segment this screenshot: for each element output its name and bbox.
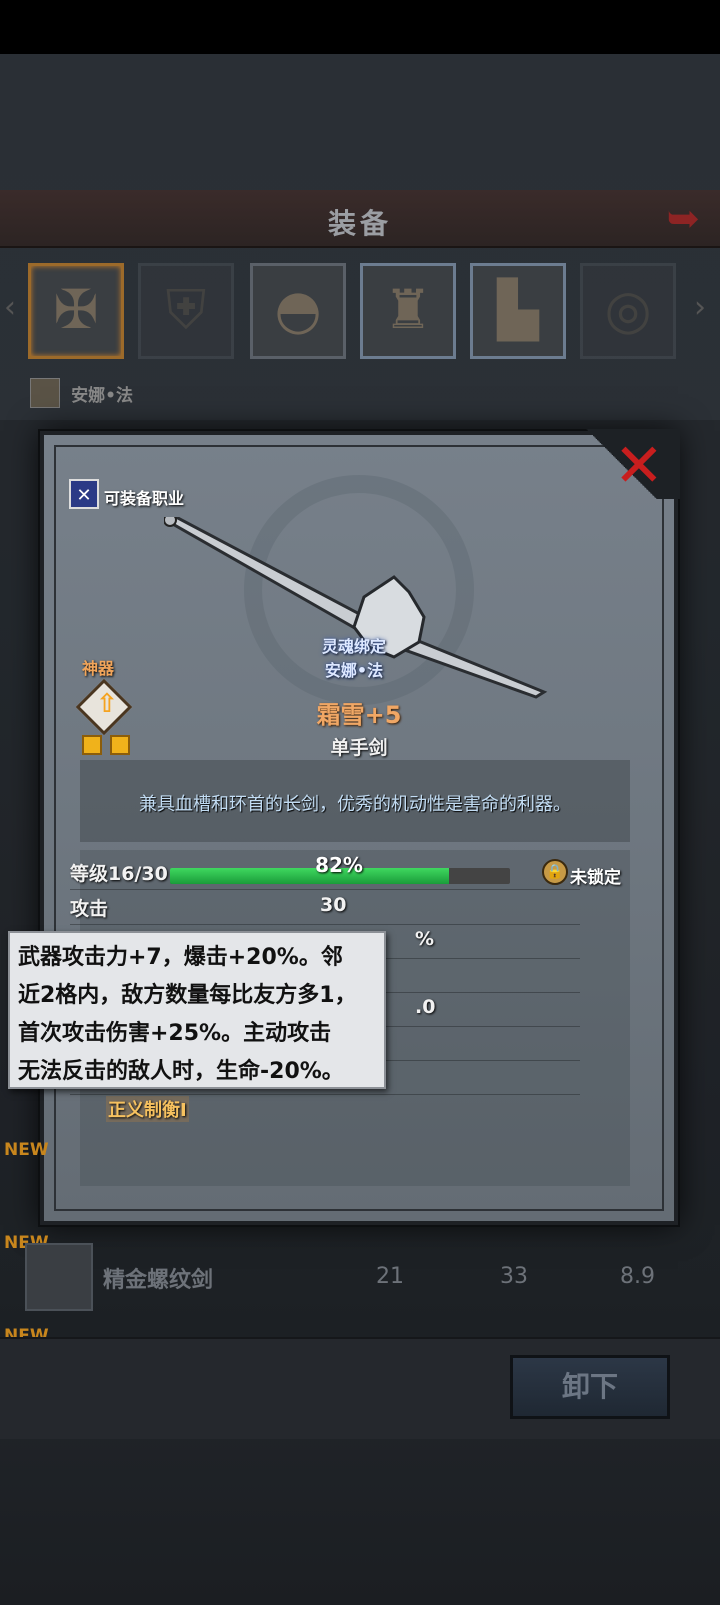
stat-value: 30 bbox=[320, 894, 347, 916]
tooltip-line: 武器攻击力+7，爆击+20%。邻 bbox=[18, 945, 343, 970]
ring-icon: ◎ bbox=[604, 278, 652, 341]
unequip-button[interactable]: 卸下 bbox=[510, 1355, 670, 1419]
status-bar bbox=[0, 0, 720, 54]
hood-icon: ◓ bbox=[274, 278, 322, 341]
skill-tooltip: 武器攻击力+7，爆击+20%。邻 近2格内，敌方数量每比友方多1， 首次攻击伤害… bbox=[8, 931, 386, 1089]
sword-icon: ✠ bbox=[53, 278, 99, 341]
equip-slot-shield[interactable]: ⛨ bbox=[138, 263, 234, 359]
relic-label: 神器 bbox=[82, 659, 115, 678]
level-label: 等级16/30 bbox=[70, 863, 168, 885]
soulbound-label: 灵魂绑定 bbox=[321, 637, 386, 656]
page-title: 装备 bbox=[327, 207, 392, 240]
new-badge: NEW bbox=[4, 1140, 49, 1160]
soulbound-text: 灵魂绑定 安娜•法 bbox=[294, 635, 414, 683]
lock-icon[interactable]: 🔒 bbox=[542, 859, 568, 885]
item-name[interactable]: 精金螺纹剑 bbox=[103, 1262, 213, 1294]
item-stat: 21 bbox=[376, 1264, 404, 1289]
equip-slot-armor[interactable]: ♜ bbox=[360, 263, 456, 359]
shield-icon: ⛨ bbox=[165, 278, 207, 341]
item-description: 兼具血槽和环首的长剑，优秀的机动性是害命的利器。 bbox=[139, 794, 571, 815]
close-x-icon[interactable]: ✕ bbox=[614, 431, 664, 501]
character-indicator: 安娜•法 bbox=[30, 378, 133, 408]
class-icon[interactable]: ✕ bbox=[69, 479, 99, 509]
equip-slot-boots[interactable]: ▙ bbox=[470, 263, 566, 359]
prev-slot-chevron-icon[interactable]: ‹ bbox=[4, 290, 16, 325]
avatar bbox=[30, 378, 60, 408]
equip-slot-weapon[interactable]: ✠ bbox=[28, 263, 124, 359]
tooltip-text: 武器攻击力+7，爆击+20%。邻 近2格内，敌方数量每比友方多1， 首次攻击伤害… bbox=[18, 939, 374, 1091]
equip-slot-ring[interactable]: ◎ bbox=[580, 263, 676, 359]
stat-row-attack: 攻击 30 bbox=[70, 890, 580, 925]
class-label: 可装备职业 bbox=[104, 489, 185, 508]
tooltip-line: 无法反击的敌人时，生命-20%。 bbox=[18, 1059, 344, 1084]
boots-icon: ▙ bbox=[497, 278, 539, 341]
description-panel: 兼具血槽和环首的长剑，优秀的机动性是害命的利器。 bbox=[80, 760, 630, 842]
skill-name[interactable]: 正义制衡I bbox=[106, 1096, 189, 1122]
tooltip-line: 近2格内，敌方数量每比友方多1， bbox=[18, 983, 357, 1008]
item-stat: 33 bbox=[500, 1264, 528, 1289]
tooltip-line: 首次攻击伤害+25%。主动攻击 bbox=[18, 1021, 332, 1046]
lock-status: 未锁定 bbox=[570, 868, 621, 888]
item-detail-modal: ✕ ✕ 可装备职业 灵魂绑定 安娜•法 神器 ⇧ 霜雪+5 单手剑 兼具血槽和环… bbox=[40, 429, 680, 1225]
stat-value: .0 bbox=[415, 996, 436, 1018]
soulbound-owner: 安娜•法 bbox=[324, 661, 384, 680]
stat-value: % bbox=[415, 928, 435, 950]
item-thumbnail[interactable] bbox=[25, 1243, 93, 1311]
sword-artwork-icon bbox=[164, 517, 548, 699]
equip-slot-hood[interactable]: ◓ bbox=[250, 263, 346, 359]
item-stat: 8.9 bbox=[620, 1264, 655, 1289]
back-arrow-icon[interactable]: ➥ bbox=[666, 196, 700, 242]
level-progress-text: 82% bbox=[315, 853, 363, 877]
stat-label: 攻击 bbox=[70, 898, 109, 920]
header-bar: 装备 ➥ bbox=[0, 190, 720, 248]
character-name: 安娜•法 bbox=[71, 385, 133, 406]
item-name: 霜雪+5 bbox=[316, 701, 402, 729]
item-type: 单手剑 bbox=[330, 737, 388, 759]
next-slot-chevron-icon[interactable]: › bbox=[694, 290, 706, 325]
armor-icon: ♜ bbox=[383, 278, 433, 341]
